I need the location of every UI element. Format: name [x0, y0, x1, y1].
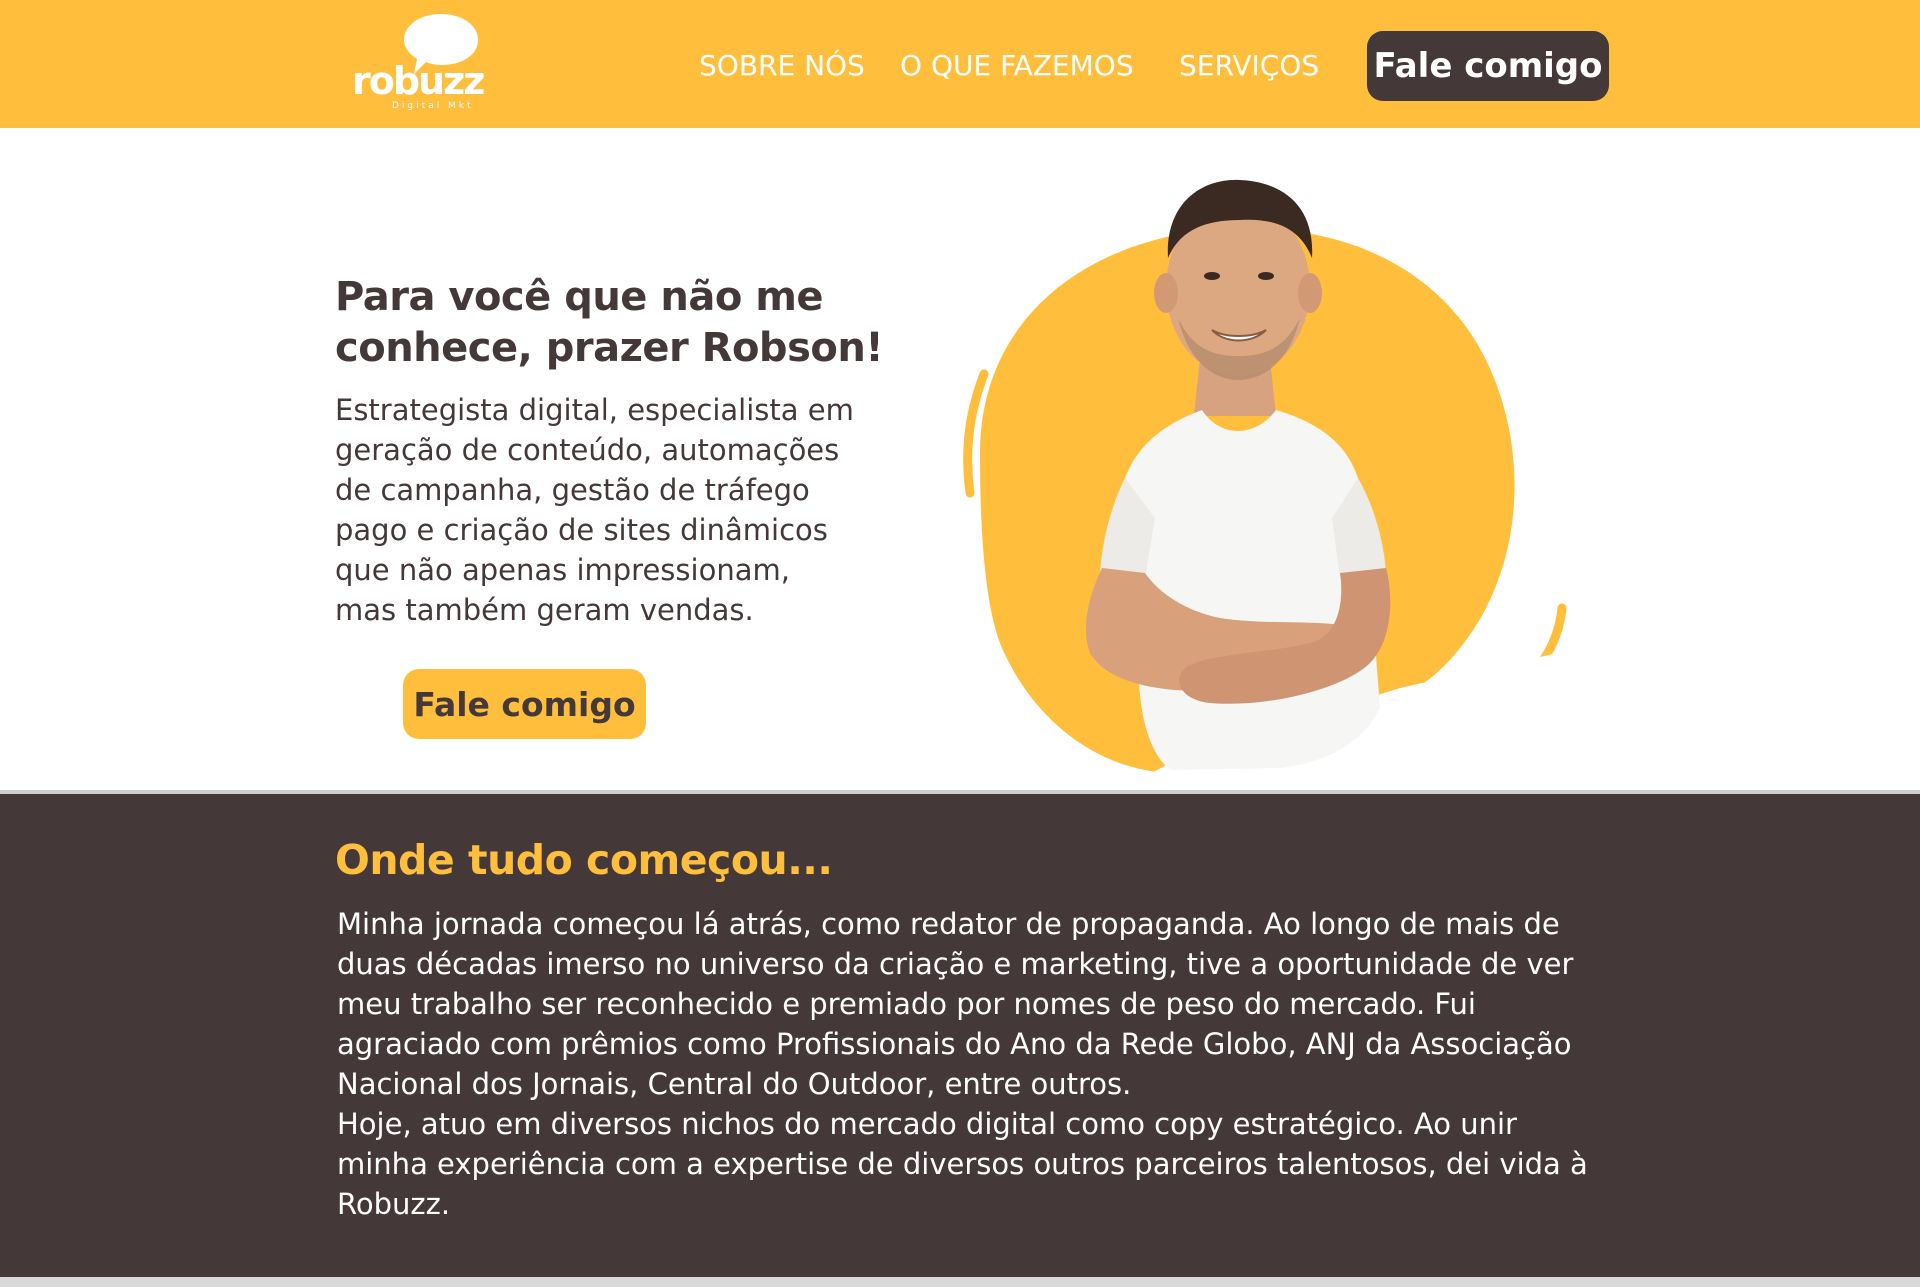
person-portrait-icon: [963, 179, 1580, 798]
nav-sobre-nos[interactable]: SOBRE NÓS: [699, 46, 865, 86]
about-body: Minha jornada começou lá atrás, como red…: [337, 904, 1597, 1224]
hero-section: Para você que não me conhece, prazer Rob…: [0, 128, 1920, 798]
about-section: Onde tudo começou... Minha jornada começ…: [0, 794, 1920, 1277]
hero-description: Estrategista digital, especialista em ge…: [335, 393, 854, 627]
hero-title: Para você que não me conhece, prazer Rob…: [335, 274, 884, 371]
robuzz-logo[interactable]: robuzz Digital Mkt: [352, 10, 487, 115]
about-paragraph: Minha jornada começou lá atrás, como red…: [337, 907, 1574, 1101]
nav-o-que-fazemos[interactable]: O QUE FAZEMOS: [900, 46, 1134, 86]
about-paragraph: Hoje, atuo em diversos nichos do mercado…: [337, 1107, 1588, 1221]
site-header: robuzz Digital Mkt SOBRE NÓS O QUE FAZEM…: [0, 0, 1920, 128]
header-contact-button[interactable]: Fale comigo: [1367, 31, 1609, 101]
nav-servicos[interactable]: SERVIÇOS: [1179, 46, 1319, 86]
hero-contact-button[interactable]: Fale comigo: [403, 669, 646, 739]
about-title: Onde tudo começou...: [335, 836, 833, 884]
page-bottom-divider: [0, 1277, 1920, 1287]
logo-wordmark: robuzz: [352, 59, 485, 103]
logo-tagline: Digital Mkt: [392, 101, 474, 111]
